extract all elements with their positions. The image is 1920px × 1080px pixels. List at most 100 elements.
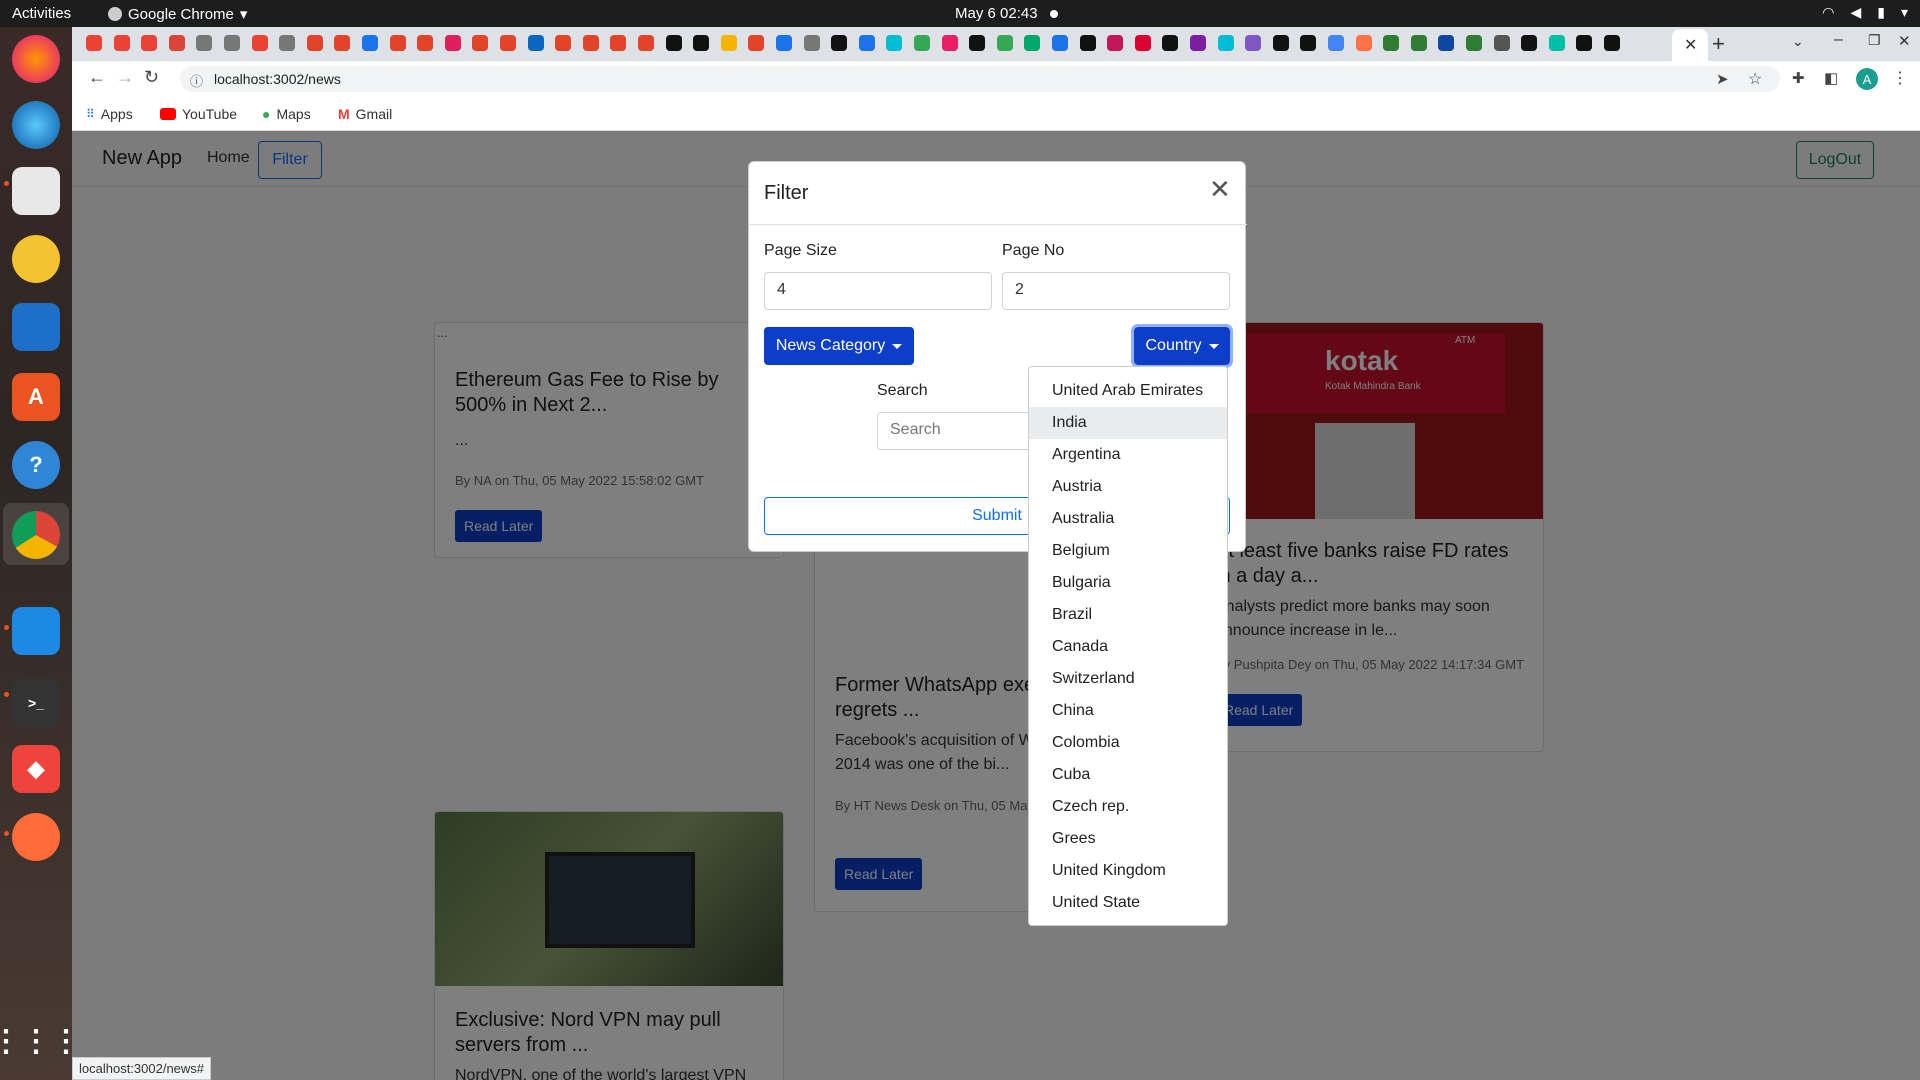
postman-icon[interactable] <box>12 813 60 861</box>
dropdown-item[interactable]: Australia <box>1029 503 1227 535</box>
writer-icon[interactable] <box>12 303 60 351</box>
send-to-device-icon[interactable]: ➤ <box>1716 70 1729 88</box>
page-size-input[interactable]: 4 <box>764 272 992 310</box>
rhythmbox-icon[interactable] <box>12 235 60 283</box>
close-icon[interactable]: ✕ <box>1209 174 1231 205</box>
tab-favicon-icon[interactable] <box>582 35 599 51</box>
tab-favicon-icon[interactable] <box>1410 35 1427 51</box>
news-category-dropdown-button[interactable]: News Category <box>764 327 914 365</box>
close-tab-icon[interactable]: ✕ <box>1684 35 1697 55</box>
dropdown-item[interactable]: Czech rep. <box>1029 791 1227 823</box>
tab-favicon-icon[interactable] <box>638 35 654 51</box>
tab-favicon-icon[interactable] <box>941 35 958 51</box>
tab-favicon-icon[interactable] <box>1438 35 1455 51</box>
dropdown-item[interactable]: United State <box>1029 887 1227 919</box>
tab-favicon-icon[interactable] <box>693 35 710 51</box>
dropdown-item[interactable]: Cuba <box>1029 759 1227 791</box>
tab-favicon-icon[interactable] <box>665 35 682 51</box>
dropdown-item[interactable]: Argentina <box>1029 439 1227 471</box>
tab-favicon-icon[interactable] <box>1272 35 1289 51</box>
tab-favicon-icon[interactable] <box>444 35 461 51</box>
tab-favicon-icon[interactable] <box>1493 35 1510 51</box>
tab-favicon-icon[interactable] <box>1079 35 1096 51</box>
reload-icon[interactable]: ↻ <box>144 67 159 88</box>
dropdown-item[interactable]: Grees <box>1029 823 1227 855</box>
dropdown-item[interactable]: Switzerland <box>1029 663 1227 695</box>
tab-favicon-icon[interactable] <box>1107 35 1124 51</box>
tab-favicon-icon[interactable] <box>1190 35 1206 51</box>
clock[interactable]: May 6 02:43 <box>955 5 1038 22</box>
tab-favicon-icon[interactable] <box>389 35 406 51</box>
tab-favicon-icon[interactable] <box>996 35 1013 51</box>
dropdown-item[interactable]: Brazil <box>1029 599 1227 631</box>
system-tray[interactable]: ◠ ◀ ▮ ▾ <box>1822 4 1908 21</box>
active-tab[interactable]: ✕ <box>1672 29 1708 61</box>
tab-favicon-icon[interactable] <box>417 35 434 51</box>
tab-favicon-icon[interactable] <box>141 35 158 51</box>
tab-favicon-icon[interactable] <box>1328 35 1344 51</box>
bookmark-star-icon[interactable]: ☆ <box>1748 69 1762 89</box>
close-window-icon[interactable]: ✕ <box>1898 32 1911 50</box>
tab-favicon-icon[interactable] <box>1355 35 1372 51</box>
tab-favicon-icon[interactable] <box>1052 35 1068 51</box>
tab-favicon-icon[interactable] <box>1217 35 1234 51</box>
dropdown-item[interactable]: Canada <box>1029 631 1227 663</box>
anydesk-icon[interactable]: ◆ <box>12 745 60 793</box>
tab-favicon-icon[interactable] <box>334 35 351 51</box>
tab-favicon-icon[interactable] <box>362 35 378 51</box>
tab-favicon-icon[interactable] <box>168 35 185 51</box>
dropdown-item[interactable]: Colombia <box>1029 727 1227 759</box>
side-panel-icon[interactable]: ◧ <box>1824 69 1838 87</box>
dropdown-item[interactable]: Bulgaria <box>1029 567 1227 599</box>
tab-favicon-icon[interactable] <box>555 35 572 51</box>
tab-favicon-icon[interactable] <box>1024 35 1041 51</box>
tab-favicon-icon[interactable] <box>527 35 544 51</box>
tab-favicon-icon[interactable] <box>472 35 489 51</box>
show-applications-icon[interactable]: ⋮⋮⋮ <box>0 1017 81 1065</box>
address-bar[interactable]: ⓘ localhost:3002/news ➤ ☆ <box>180 66 1780 92</box>
tab-favicon-icon[interactable] <box>500 35 516 51</box>
chrome-dock-icon[interactable] <box>12 511 60 559</box>
activities-button[interactable]: Activities <box>12 5 71 22</box>
tab-favicon-icon[interactable] <box>196 35 213 51</box>
tab-favicon-icon[interactable] <box>803 35 820 51</box>
tab-favicon-icon[interactable] <box>914 35 930 51</box>
bookmark-apps[interactable]: ⠿ Apps <box>86 106 133 122</box>
tab-favicon-icon[interactable] <box>969 35 986 51</box>
tab-favicon-icon[interactable] <box>1466 35 1482 51</box>
country-dropdown-button[interactable]: Country <box>1131 324 1233 368</box>
tab-favicon-icon[interactable] <box>251 35 268 51</box>
page-no-input[interactable]: 2 <box>1002 272 1230 310</box>
dropdown-item[interactable]: Belgium <box>1029 535 1227 567</box>
menu-kebab-icon[interactable]: ⋮ <box>1892 68 1908 88</box>
tab-favicon-icon[interactable] <box>1521 35 1538 51</box>
tab-favicon-icon[interactable] <box>720 35 737 51</box>
tab-favicon-icon[interactable] <box>1383 35 1400 51</box>
dropdown-item[interactable]: India <box>1029 407 1227 439</box>
tab-search-icon[interactable]: ⌄ <box>1792 33 1804 50</box>
bookmark-maps[interactable]: ● Maps <box>262 106 311 122</box>
dropdown-item[interactable]: China <box>1029 695 1227 727</box>
tab-favicon-icon[interactable] <box>858 35 875 51</box>
tab-favicon-icon[interactable] <box>776 35 792 51</box>
tab-favicon-icon[interactable] <box>1245 35 1262 51</box>
tab-favicon-icon[interactable] <box>1134 35 1151 51</box>
minimize-icon[interactable]: – <box>1834 31 1843 49</box>
site-info-icon[interactable]: ⓘ <box>190 71 203 90</box>
avatar[interactable]: A <box>1856 68 1878 90</box>
tab-favicon-icon[interactable] <box>886 35 903 51</box>
tab-favicon-icon[interactable] <box>1300 35 1317 51</box>
firefox-icon[interactable] <box>12 35 60 83</box>
restore-icon[interactable]: ❐ <box>1868 32 1881 49</box>
tab-favicon-icon[interactable] <box>1604 35 1620 51</box>
files-icon[interactable] <box>12 167 60 215</box>
dropdown-item[interactable]: United Arab Emirates <box>1029 375 1227 407</box>
back-icon[interactable]: ← <box>88 67 106 88</box>
new-tab-icon[interactable]: + <box>1712 31 1725 57</box>
forward-icon[interactable]: → <box>116 67 134 88</box>
tab-favicon-icon[interactable] <box>1162 35 1179 51</box>
extensions-icon[interactable]: ✚ <box>1792 69 1805 87</box>
tab-favicon-icon[interactable] <box>306 35 323 51</box>
app-menu[interactable]: Google Chrome ▾ <box>108 5 247 23</box>
tab-favicon-icon[interactable] <box>1576 35 1593 51</box>
